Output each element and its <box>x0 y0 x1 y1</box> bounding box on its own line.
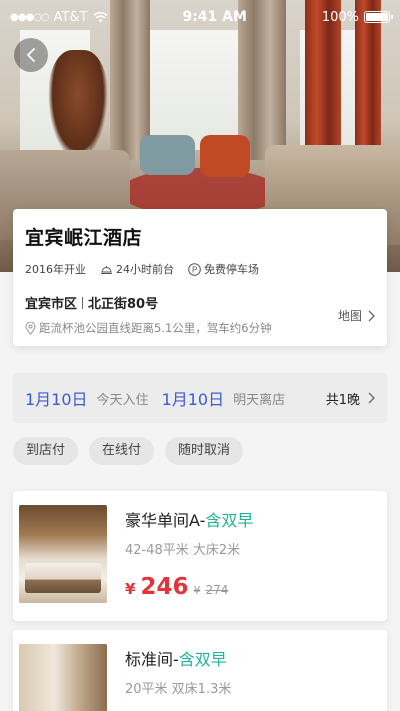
checkout-date: 1月10日 <box>161 390 225 409</box>
price-row: ¥ 246 ¥274 <box>125 574 253 600</box>
wifi-icon <box>92 11 108 22</box>
status-time: 9:41 AM <box>182 9 247 25</box>
map-link[interactable]: 地图 <box>338 307 375 324</box>
room-image <box>19 644 107 711</box>
price-currency: ¥ <box>125 580 136 598</box>
tag-pay-online[interactable]: 在线付 <box>89 437 155 465</box>
reception-bell-icon <box>101 266 112 274</box>
signal-icon: ●●●○○ <box>10 11 50 23</box>
location-pin-icon <box>25 321 36 335</box>
filter-tags: 到店付 在线付 随时取消 <box>13 437 244 465</box>
carrier-label: AT&T <box>53 9 88 25</box>
checkin-date: 1月10日 <box>25 390 88 409</box>
breakfast-label: 含双早 <box>205 511 254 530</box>
hotel-name: 宜宾岷江酒店 <box>25 227 143 249</box>
hotel-info-card: 宜宾岷江酒店 2016年开业 24小时前台 P 免费停车场 宜宾市区 北正街80号 <box>13 209 387 346</box>
hotel-meta: 2016年开业 24小时前台 P 免费停车场 <box>25 261 375 277</box>
original-price-currency: ¥ <box>193 584 201 597</box>
opened-year: 2016年开业 <box>25 263 86 276</box>
svg-text:P: P <box>192 265 197 274</box>
room-title: 标准间-含双早 <box>125 650 227 669</box>
room-desc: 20平米 双床1.3米 <box>125 682 232 697</box>
checkin-label: 今天入住 <box>96 392 149 408</box>
parking-info: P 免费停车场 <box>188 261 259 277</box>
hotel-address: 宜宾市区 北正街80号 <box>25 297 159 312</box>
nights-count: 共1晚 <box>326 389 375 408</box>
date-selector[interactable]: 1月10日 今天入住 1月10日 明天离店 共1晚 <box>13 373 387 423</box>
status-bar: ●●●○○ AT&T 9:41 AM 100% <box>0 0 400 34</box>
room-desc: 42-48平米 大床2米 <box>125 543 241 558</box>
room-image <box>19 505 107 603</box>
battery-icon <box>364 11 393 23</box>
back-button[interactable] <box>14 38 48 72</box>
breakfast-label: 含双早 <box>178 650 227 669</box>
checkout-label: 明天离店 <box>233 392 286 408</box>
room-card[interactable]: 豪华单间A-含双早 42-48平米 大床2米 ¥ 246 ¥274 <box>13 491 387 621</box>
room-card[interactable]: 标准间-含双早 20平米 双床1.3米 <box>13 630 387 711</box>
tag-free-cancel[interactable]: 随时取消 <box>165 437 244 465</box>
room-title: 豪华单间A-含双早 <box>125 511 254 530</box>
distance-info: 距流杯池公园直线距离5.1公里，驾车约6分钟 <box>25 320 272 336</box>
room-price: 246 <box>140 574 189 600</box>
parking-icon: P <box>188 262 201 276</box>
address-row: 宜宾市区 北正街80号 距流杯池公园直线距离5.1公里，驾车约6分钟 <box>25 293 375 336</box>
tag-pay-at-hotel[interactable]: 到店付 <box>13 437 79 465</box>
chevron-right-icon <box>368 392 375 404</box>
front-desk-info: 24小时前台 <box>100 261 174 277</box>
battery-percent: 100% <box>321 9 359 25</box>
original-price: 274 <box>205 583 229 597</box>
chevron-right-icon <box>368 310 375 321</box>
chevron-left-icon <box>26 48 35 62</box>
